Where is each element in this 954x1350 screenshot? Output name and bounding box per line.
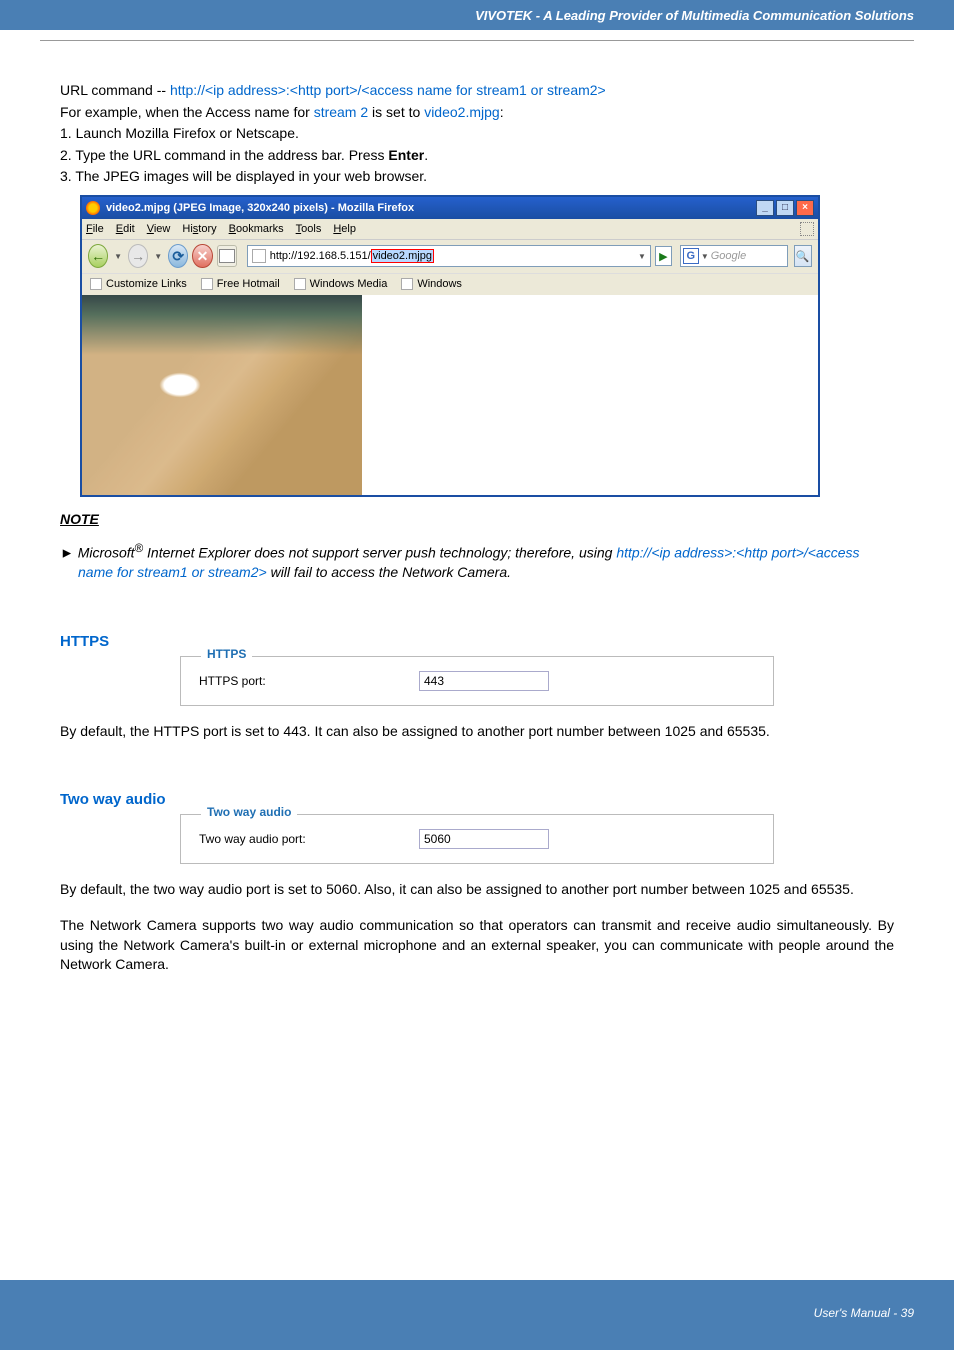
firefox-icon: [86, 201, 100, 215]
main-content: URL command -- http://<ip address>:<http…: [0, 41, 954, 975]
bookmark-label: Free Hotmail: [217, 278, 280, 290]
menu-history[interactable]: History: [182, 223, 216, 235]
bookmark-icon: [90, 278, 102, 290]
jpeg-image: [82, 295, 362, 495]
https-port-input[interactable]: [419, 671, 549, 691]
menu-help[interactable]: Help: [333, 223, 356, 235]
https-description: By default, the HTTPS port is set to 443…: [60, 722, 894, 742]
txt: will fail to access the Network Camera.: [267, 564, 511, 580]
two-way-audio-port-row: Two way audio port:: [199, 829, 755, 849]
bookmark-free-hotmail[interactable]: Free Hotmail: [201, 278, 280, 290]
two-way-audio-port-label: Two way audio port:: [199, 832, 419, 846]
enter-key: Enter: [388, 147, 424, 163]
search-button[interactable]: [794, 245, 813, 267]
step-1: 1. Launch Mozilla Firefox or Netscape.: [60, 124, 894, 144]
step-3: 3. The JPEG images will be displayed in …: [60, 167, 894, 187]
two-way-audio-heading: Two way audio: [60, 791, 894, 808]
txt: Internet Explorer does not support serve…: [143, 545, 616, 561]
page-header: VIVOTEK - A Leading Provider of Multimed…: [0, 0, 954, 30]
note-arrow-icon: ►: [60, 545, 74, 561]
maximize-button[interactable]: □: [776, 200, 794, 216]
txt: is set to: [368, 104, 424, 120]
stream-name: stream 2: [314, 104, 368, 120]
menu-view[interactable]: View: [147, 223, 171, 235]
https-heading: HTTPS: [60, 633, 894, 650]
two-way-audio-legend: Two way audio: [201, 805, 297, 819]
note-heading: NOTE: [60, 511, 894, 527]
menu-edit[interactable]: Edit: [116, 223, 135, 235]
forward-dropdown-icon[interactable]: ▼: [154, 252, 162, 261]
search-placeholder: Google: [709, 250, 787, 262]
menu-bar: File Edit View History Bookmarks Tools H…: [82, 219, 818, 239]
two-way-audio-fieldset: Two way audio Two way audio port:: [180, 814, 774, 864]
two-way-audio-desc-2: The Network Camera supports two way audi…: [60, 916, 894, 975]
note-body: ► Microsoft® Internet Explorer does not …: [60, 541, 894, 583]
bookmark-windows[interactable]: Windows: [401, 278, 462, 290]
window-titlebar: video2.mjpg (JPEG Image, 320x240 pixels)…: [82, 197, 818, 219]
stop-button[interactable]: ✕: [192, 244, 212, 268]
url-cmd-prefix: URL command --: [60, 82, 170, 98]
page-footer-text: User's Manual - 39: [814, 1306, 914, 1320]
menu-tools[interactable]: Tools: [296, 223, 322, 235]
url-text-prefix: http://192.168.5.151/: [270, 250, 371, 262]
search-bar[interactable]: G ▼ Google: [680, 245, 788, 267]
bookmark-label: Windows: [417, 278, 462, 290]
registered-mark: ®: [135, 542, 144, 555]
address-bar[interactable]: http://192.168.5.151/video2.mjpg ▼: [247, 245, 651, 267]
page-icon: [252, 249, 266, 263]
bookmark-label: Windows Media: [310, 278, 388, 290]
bookmark-icon: [401, 278, 413, 290]
bookmark-customize-links[interactable]: Customize Links: [90, 278, 187, 290]
back-button[interactable]: ←: [88, 244, 108, 268]
browser-viewport: [82, 295, 818, 495]
minimize-button[interactable]: _: [756, 200, 774, 216]
forward-button[interactable]: →: [128, 244, 148, 268]
search-engine-dropdown-icon[interactable]: ▼: [701, 252, 709, 261]
bookmark-icon: [201, 278, 213, 290]
reload-button[interactable]: ⟳: [168, 244, 188, 268]
txt: .: [424, 147, 428, 163]
page-footer-bar: [0, 1280, 954, 1350]
bookmark-label: Customize Links: [106, 278, 187, 290]
txt: For example, when the Access name for: [60, 104, 314, 120]
go-button[interactable]: ▶: [655, 246, 672, 266]
back-dropdown-icon[interactable]: ▼: [114, 252, 122, 261]
txt: :: [500, 104, 504, 120]
url-example-line: For example, when the Access name for st…: [60, 103, 894, 123]
header-tagline: VIVOTEK - A Leading Provider of Multimed…: [475, 8, 914, 23]
url-command-line: URL command -- http://<ip address>:<http…: [60, 81, 894, 101]
txt: 2. Type the URL command in the address b…: [60, 147, 388, 163]
https-legend: HTTPS: [201, 647, 252, 661]
two-way-audio-port-input[interactable]: [419, 829, 549, 849]
access-name-value: video2.mjpg: [424, 104, 500, 120]
close-button[interactable]: ×: [796, 200, 814, 216]
throbber-icon: [800, 222, 814, 236]
url-dropdown-icon[interactable]: ▼: [634, 252, 650, 261]
menu-file[interactable]: File: [86, 223, 104, 235]
https-port-label: HTTPS port:: [199, 674, 419, 688]
google-icon[interactable]: G: [683, 248, 699, 264]
txt: Microsoft: [74, 545, 135, 561]
browser-window: video2.mjpg (JPEG Image, 320x240 pixels)…: [80, 195, 820, 497]
home-button[interactable]: [217, 245, 237, 267]
window-title: video2.mjpg (JPEG Image, 320x240 pixels)…: [106, 202, 414, 214]
https-port-row: HTTPS port:: [199, 671, 755, 691]
step-2: 2. Type the URL command in the address b…: [60, 146, 894, 166]
https-fieldset: HTTPS HTTPS port:: [180, 656, 774, 706]
url-text-highlighted: video2.mjpg: [371, 249, 434, 263]
menu-bookmarks[interactable]: Bookmarks: [229, 223, 284, 235]
url-cmd-pattern: http://<ip address>:<http port>/<access …: [170, 82, 606, 98]
bookmarks-toolbar: Customize Links Free Hotmail Windows Med…: [82, 273, 818, 295]
navigation-toolbar: ← ▼ → ▼ ⟳ ✕ http://192.168.5.151/video2.…: [82, 239, 818, 273]
bookmark-icon: [294, 278, 306, 290]
two-way-audio-desc-1: By default, the two way audio port is se…: [60, 880, 894, 900]
bookmark-windows-media[interactable]: Windows Media: [294, 278, 388, 290]
